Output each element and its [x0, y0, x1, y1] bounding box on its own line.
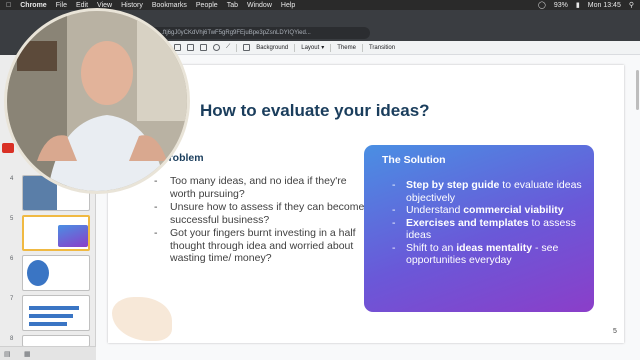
menu-chrome[interactable]: Chrome	[20, 2, 46, 9]
record-indicator-icon	[2, 143, 14, 153]
thumb-number: 7	[10, 296, 14, 302]
line-tool-icon[interactable]: ⟋	[226, 44, 230, 51]
solution-box: The Solution Step by step guide to evalu…	[364, 145, 594, 312]
thumb-bar	[29, 314, 73, 318]
menu-window[interactable]: Window	[247, 2, 272, 9]
slide-title: How to evaluate your ideas?	[200, 101, 430, 120]
toolbar-divider	[294, 43, 296, 52]
search-icon[interactable]: ⚲	[629, 1, 634, 9]
battery-level: 93%	[553, 1, 568, 9]
thumb-bar	[29, 322, 67, 326]
menu-bookmarks[interactable]: Bookmarks	[152, 2, 187, 9]
solution-list: Step by step guide to evaluate ideas obj…	[392, 179, 588, 267]
battery-icon[interactable]: ▮	[576, 1, 580, 9]
menu-file[interactable]: File	[56, 2, 67, 9]
slide-thumbnail-5[interactable]	[22, 215, 90, 251]
problem-list: Too many ideas, and no idea if they're w…	[154, 175, 374, 266]
slide-thumbnail-6[interactable]	[22, 255, 90, 291]
problem-bullet: Got your fingers burnt investing in a ha…	[154, 227, 374, 265]
grid-view-icon[interactable]: ▦	[24, 350, 31, 358]
menu-tab[interactable]: Tab	[227, 2, 238, 9]
layout-button[interactable]: Layout ▾	[301, 44, 325, 52]
webcam-overlay	[4, 8, 190, 194]
solution-bullet: Step by step guide to evaluate ideas obj…	[392, 179, 588, 204]
thumb-number: 6	[10, 256, 14, 262]
canvas-scrollbar[interactable]	[636, 70, 639, 110]
page-number: 5	[613, 328, 617, 335]
toolbar-divider	[361, 43, 363, 52]
thumb-solution-box	[58, 225, 88, 247]
apple-menu-icon[interactable]: 	[6, 2, 11, 9]
problem-bullet: Too many ideas, and no idea if they're w…	[154, 175, 374, 200]
background-button[interactable]: Background	[256, 45, 288, 51]
filmstrip-view-icon[interactable]: ▤	[4, 350, 11, 358]
menu-help[interactable]: Help	[281, 2, 295, 9]
menubar-status-area: ◯ 93% ▮ Mon 13:45 ⚲	[538, 0, 634, 10]
menu-people[interactable]: People	[196, 2, 218, 9]
thumb-bar	[29, 306, 79, 310]
layout-label: Layout	[301, 44, 320, 51]
shape-tool-icon[interactable]	[213, 44, 220, 51]
theme-button[interactable]: Theme	[337, 45, 356, 51]
problem-bullet: Unsure how to assess if they can become …	[154, 201, 374, 226]
slides-toolbar: ⟋ Background Layout ▾ Theme Transition	[168, 41, 640, 55]
comment-icon[interactable]	[243, 44, 251, 51]
solution-heading: The Solution	[382, 154, 446, 166]
solution-bullet: Shift to an ideas mentality - see opport…	[392, 242, 588, 267]
filmstrip-footer: ▦ ▤	[0, 346, 96, 360]
decorative-shape	[112, 297, 172, 341]
transition-button[interactable]: Transition	[369, 45, 395, 51]
chevron-down-icon: ▾	[321, 45, 325, 51]
solution-bullet: Exercises and templates to assess ideas	[392, 217, 588, 242]
textbox-tool-icon[interactable]	[187, 44, 194, 51]
toolbar-divider	[236, 43, 238, 52]
thumb-number: 4	[10, 176, 14, 182]
clock[interactable]: Mon 13:45	[588, 2, 621, 9]
thumb-number: 5	[10, 216, 14, 222]
wifi-icon[interactable]: ◯	[538, 1, 546, 9]
slide-thumbnail-7[interactable]	[22, 295, 90, 331]
image-tool-icon[interactable]	[200, 44, 207, 51]
thumb-app-graphic	[27, 260, 49, 286]
address-bar[interactable]: ...ftj6gJ0yCKdVhj6TwF5gRg9FEjuBpe3pZsnLD…	[150, 27, 370, 39]
presenter-video	[7, 11, 187, 191]
menu-history[interactable]: History	[121, 2, 143, 9]
solution-bullet: Understand commercial viability	[392, 204, 588, 217]
menu-edit[interactable]: Edit	[76, 2, 88, 9]
toolbar-divider	[330, 43, 332, 52]
thumb-number: 8	[10, 336, 14, 342]
